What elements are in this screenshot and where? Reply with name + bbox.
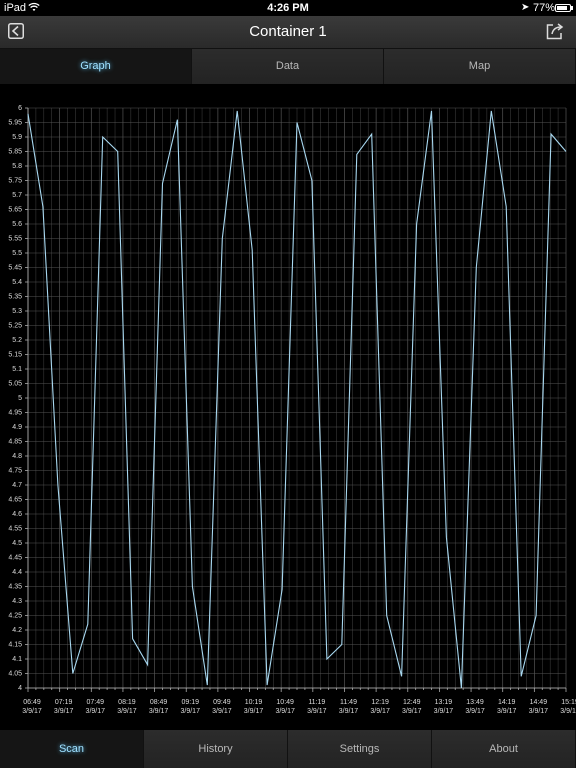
y-tick-label: 5.95 [8,120,22,127]
y-tick-label: 5.2 [12,337,22,344]
battery-tip [571,6,573,10]
location-icon: ➤ [521,2,530,13]
x-tick-label-time: 06:49 [23,699,41,706]
chart-svg: 4 4.05 4.1 4.15 4.2 4.25 4.3 4.35 4.4 4.45 4.5 4.55… [8,105,576,715]
status-bar: iPad 4:26 PM ➤ 77% [0,0,576,16]
y-tick-label: 4.1 [12,656,22,663]
x-tick-label-time: 08:49 [150,699,168,706]
x-tick-label-date: 3/9/17 [149,708,169,715]
x-tick-label-time: 14:49 [530,699,548,706]
x-tick-label-date: 3/9/17 [560,708,576,715]
x-tick-label-date: 3/9/17 [86,708,106,715]
x-tick-label-date: 3/9/17 [307,708,327,715]
y-tick-label: 5.85 [8,149,22,156]
view-tabs: Graph Data Map [0,49,576,84]
share-icon[interactable] [545,21,565,41]
bottom-tab-bar: Scan History Settings About [0,730,576,768]
y-tick-label: 4.45 [8,555,22,562]
line-chart: 4 4.05 4.1 4.15 4.2 4.25 4.3 4.35 4.4 4.45 4.5 4.55… [0,88,576,730]
x-tick-label-time: 09:19 [181,699,199,706]
x-tick-label-time: 10:49 [276,699,294,706]
tab-data[interactable]: Data [192,49,384,84]
x-tick-label-time: 13:49 [466,699,484,706]
y-tick-label: 4.65 [8,497,22,504]
tab-history[interactable]: History [144,730,288,768]
x-tick-label-date: 3/9/17 [497,708,517,715]
x-tick-label-date: 3/9/17 [117,708,137,715]
y-tick-label: 4.9 [12,424,22,431]
y-tick-label: 4.6 [12,511,22,518]
x-tick-label-time: 12:19 [371,699,389,706]
y-tick-label: 5.7 [12,192,22,199]
x-tick-label-date: 3/9/17 [465,708,485,715]
x-tick-label-time: 15:19 [561,699,576,706]
tab-about[interactable]: About [432,730,576,768]
y-tick-label: 5.45 [8,265,22,272]
x-tick-label-time: 09:49 [213,699,231,706]
y-tick-label: 4 [18,685,22,692]
x-tick-label-time: 07:49 [87,699,105,706]
battery-icon [555,4,571,12]
y-tick-label: 6 [18,105,22,112]
tab-scan[interactable]: Scan [0,730,144,768]
y-tick-label: 4.55 [8,526,22,533]
x-tick-label-time: 12:49 [403,699,421,706]
x-tick-label-date: 3/9/17 [275,708,295,715]
x-tick-label-time: 13:19 [435,699,453,706]
battery-percent: 77% [533,2,556,14]
y-tick-label: 4.75 [8,468,22,475]
y-tick-label: 5.1 [12,366,22,373]
y-tick-label: 5.75 [8,178,22,185]
clock: 4:26 PM [267,2,309,14]
tab-settings[interactable]: Settings [288,730,432,768]
y-tick-label: 4.5 [12,540,22,547]
y-tick-label: 5.6 [12,221,22,228]
y-tick-label: 4.25 [8,613,22,620]
y-tick-label: 4.2 [12,627,22,634]
y-tick-label: 5.35 [8,294,22,301]
tab-map[interactable]: Map [384,49,576,84]
x-tick-label-date: 3/9/17 [339,708,359,715]
y-tick-label: 5.9 [12,134,22,141]
page-title: Container 1 [249,23,327,40]
x-tick-label-time: 10:19 [245,699,263,706]
x-tick-label-date: 3/9/17 [370,708,390,715]
y-tick-label: 4.95 [8,410,22,417]
y-tick-label: 5.55 [8,236,22,243]
x-tick-label-time: 08:19 [118,699,136,706]
y-tick-label: 5.5 [12,250,22,257]
x-tick-label-date: 3/9/17 [212,708,232,715]
x-tick-label-date: 3/9/17 [181,708,201,715]
y-tick-label: 4.7 [12,482,22,489]
y-tick-label: 4.15 [8,642,22,649]
navigation-bar: Container 1 [0,16,576,49]
y-tick-label: 5.25 [8,323,22,330]
x-tick-label-time: 11:49 [340,699,357,706]
y-tick-label: 4.4 [12,569,22,576]
x-tick-label-date: 3/9/17 [434,708,454,715]
x-tick-label-date: 3/9/17 [402,708,422,715]
y-tick-label: 4.3 [12,598,22,605]
x-tick-label-time: 11:19 [308,699,325,706]
y-tick-label: 4.35 [8,584,22,591]
y-tick-label: 4.05 [8,671,22,678]
y-tick-label: 5.65 [8,207,22,214]
y-tick-label: 5.8 [12,163,22,170]
x-tick-label-date: 3/9/17 [529,708,549,715]
x-tick-label-time: 07:19 [55,699,73,706]
y-tick-label: 4.8 [12,453,22,460]
y-tick-label: 5.4 [12,279,22,286]
x-tick-label-date: 3/9/17 [244,708,264,715]
x-tick-label-time: 14:19 [498,699,516,706]
y-tick-label: 4.85 [8,439,22,446]
tab-graph[interactable]: Graph [0,49,192,84]
y-tick-label: 5 [18,395,22,402]
x-tick-label-date: 3/9/17 [22,708,42,715]
y-tick-label: 5.15 [8,352,22,359]
y-tick-label: 5.05 [8,381,22,388]
y-tick-label: 5.3 [12,308,22,315]
x-tick-label-date: 3/9/17 [54,708,74,715]
